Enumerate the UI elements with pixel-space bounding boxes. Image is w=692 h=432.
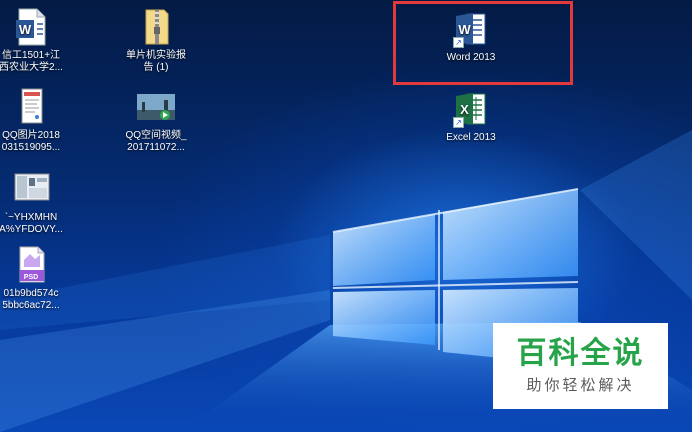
watermark-title: 百科全说	[516, 336, 645, 371]
zip-folder-icon	[138, 8, 174, 46]
psd-badge: PSD	[23, 274, 39, 281]
svg-text:W: W	[19, 22, 32, 37]
icon-label: QQ图片2018 031519095...	[1, 130, 61, 153]
icon-label: 01b9bd574c 5bbc6ac72...	[2, 288, 60, 311]
word-document-icon: W	[13, 8, 49, 46]
desktop-icon-zip-folder[interactable]: 单片机实验报 告 (1)	[116, 8, 196, 74]
desktop-icon-qq-video[interactable]: QQ空间视频_ 201711072...	[116, 88, 196, 154]
image-file-icon	[11, 170, 51, 208]
watermark: 百科全说 助你轻松解决	[493, 323, 668, 409]
image-file-icon	[13, 88, 49, 126]
desktop-icon-psd-file[interactable]: PSD 01b9bd574c 5bbc6ac72...	[0, 246, 71, 312]
icon-label: QQ空间视频_ 201711072...	[125, 130, 187, 153]
desktop-icon-qq-image[interactable]: QQ图片2018 031519095...	[0, 88, 71, 154]
icon-label: `~YHXMHN A%YFDOVY...	[0, 212, 63, 235]
desktop-icon-excel-2013[interactable]: X ↗ Excel 2013	[431, 90, 511, 144]
desktop[interactable]: W 信工1501+江 西农业大学2... 单片机实验报 告 (1) W ↗ Wo…	[0, 0, 692, 432]
highlight-box	[393, 1, 573, 85]
watermark-subtitle: 助你轻松解决	[526, 376, 635, 394]
psd-file-icon: PSD	[13, 246, 49, 284]
video-file-icon	[136, 88, 176, 126]
shortcut-arrow-icon: ↗	[453, 117, 464, 128]
excel-app-icon: X ↗	[453, 90, 489, 128]
icon-label: 信工1501+江 西农业大学2...	[0, 50, 63, 73]
desktop-icon-word-document[interactable]: W 信工1501+江 西农业大学2...	[0, 8, 71, 74]
desktop-icon-screenshot-image[interactable]: `~YHXMHN A%YFDOVY...	[0, 170, 71, 236]
icon-label: Excel 2013	[446, 132, 496, 143]
svg-text:X: X	[460, 102, 469, 117]
icon-label: 单片机实验报 告 (1)	[126, 50, 186, 73]
